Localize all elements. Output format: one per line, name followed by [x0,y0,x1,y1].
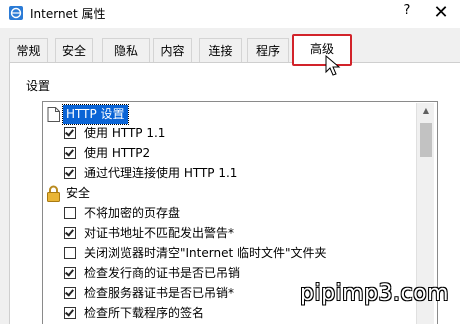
item-label: 检查发行商的证书是否已吊销 [84,266,241,280]
help-button[interactable]: ? [396,3,418,23]
item-label: 使用 HTTP2 [84,146,151,160]
item-label: 通过代理连接使用 HTTP 1.1 [84,166,238,180]
list-item[interactable]: 对证书地址不匹配发出警告* [43,224,423,243]
tab-programs[interactable]: 程序 [247,38,289,62]
checkbox-empty-temp-files[interactable] [64,247,76,259]
group-security[interactable]: 安全 [43,184,423,203]
mouse-cursor-icon [325,55,341,76]
tab-connections[interactable]: 连接 [199,38,242,62]
window-title: Internet 属性 [30,7,106,21]
group-label-security: 安全 [66,186,91,200]
checkbox-use-http2[interactable] [64,147,76,159]
list-item[interactable]: 通过代理连接使用 HTTP 1.1 [43,164,423,183]
tab-advanced[interactable]: 高级 [292,34,352,66]
item-label: 检查所下载程序的签名 [84,306,205,320]
internet-options-icon [9,6,23,20]
close-button[interactable]: ✕ [425,1,457,25]
scroll-up-icon[interactable]: ▲ [417,103,435,119]
checkbox-no-save-encrypted[interactable] [64,207,76,219]
checkbox-use-http11[interactable] [64,127,76,139]
document-icon [47,107,60,122]
group-label-http: HTTP 设置 [62,104,129,125]
checkbox-cert-mismatch-warning[interactable] [64,227,76,239]
checkbox-publisher-cert-revocation[interactable] [64,267,76,279]
item-label: 不将加密的页存盘 [84,206,181,220]
list-item[interactable]: 使用 HTTP2 [43,144,423,163]
list-item[interactable]: 使用 HTTP 1.1 [43,124,423,143]
item-label: 使用 HTTP 1.1 [84,126,166,140]
checkbox-proxy-http11[interactable] [64,167,76,179]
list-item[interactable]: 不将加密的页存盘 [43,204,423,223]
watermark: pipimp3.com [300,281,450,306]
settings-label: 设置 [26,79,51,93]
lock-icon [47,185,60,202]
title-bar: Internet 属性 ? ✕ [0,0,460,28]
group-http-settings[interactable]: HTTP 设置 [43,104,423,125]
checkbox-server-cert-revocation[interactable] [64,287,76,299]
checkbox-download-signature[interactable] [64,307,76,319]
scroll-thumb[interactable] [420,123,432,157]
tab-content[interactable]: 内容 [153,38,192,62]
tab-general[interactable]: 常规 [9,38,48,62]
item-label: 检查服务器证书是否已吊销* [84,286,235,300]
tab-privacy[interactable]: 隐私 [102,38,150,62]
item-label: 对证书地址不匹配发出警告* [84,226,235,240]
tab-security[interactable]: 安全 [55,38,93,62]
item-label: 关闭浏览器时清空"Internet 临时文件"文件夹 [84,246,327,260]
list-item[interactable]: 关闭浏览器时清空"Internet 临时文件"文件夹 [43,244,423,263]
list-item[interactable]: 检查所下载程序的签名 [43,304,423,323]
